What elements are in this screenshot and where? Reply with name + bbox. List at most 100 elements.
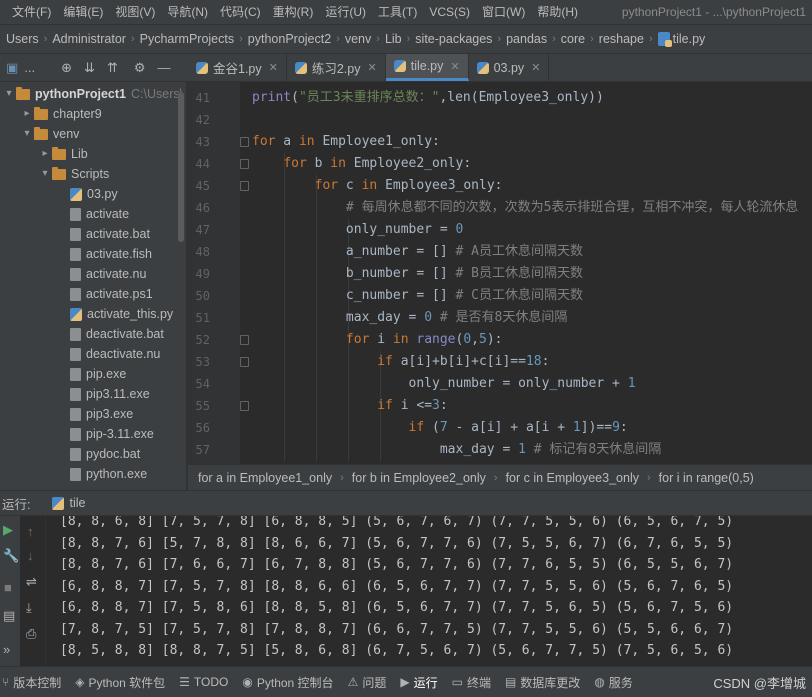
tree-item[interactable]: ▾ pythonProject1 C:\Users\: [2, 84, 183, 104]
tree-item[interactable]: ▾ venv: [20, 124, 79, 144]
close-icon[interactable]: ✕: [450, 60, 459, 73]
tree-item[interactable]: activate.nu: [70, 264, 146, 284]
tree-item[interactable]: 03.py: [70, 184, 118, 204]
breadcrumb-item[interactable]: PycharmProjects: [140, 32, 234, 46]
editor-breadcrumb-item[interactable]: for i in range(0,5): [659, 471, 754, 485]
menu-window[interactable]: 窗口(W): [476, 0, 531, 24]
line-number: 49: [195, 267, 210, 281]
chevron-down-icon[interactable]: ▾: [20, 124, 34, 144]
breadcrumb-item[interactable]: Lib: [385, 32, 402, 46]
breadcrumb-item[interactable]: pandas: [506, 32, 547, 46]
chevron-right-icon[interactable]: ▸: [20, 104, 34, 124]
editor-breadcrumb-item[interactable]: for b in Employee2_only: [352, 471, 486, 485]
tree-item[interactable]: deactivate.bat: [70, 324, 164, 344]
tree-item[interactable]: activate_this.py: [70, 304, 173, 324]
code-token: in: [298, 134, 315, 149]
tree-scrollbar[interactable]: [178, 92, 184, 242]
layout-icon[interactable]: ▤: [3, 608, 15, 624]
breadcrumb-item[interactable]: site-packages: [415, 32, 492, 46]
breadcrumb-item[interactable]: venv: [345, 32, 371, 46]
tree-item[interactable]: pip3.11.exe: [70, 384, 150, 404]
menu-navigate[interactable]: 导航(N): [161, 0, 214, 24]
tree-item[interactable]: deactivate.nu: [70, 344, 160, 364]
tree-item[interactable]: pip.exe: [70, 364, 126, 384]
fold-marker-icon[interactable]: [240, 181, 249, 191]
menu-help[interactable]: 帮助(H): [531, 0, 584, 24]
menu-vcs[interactable]: VCS(S): [423, 0, 476, 24]
tree-item[interactable]: activate.bat: [70, 224, 150, 244]
menu-edit[interactable]: 编辑(E): [57, 0, 109, 24]
tool-window-button[interactable]: ▶ 运行: [400, 674, 437, 691]
chevron-right-icon: ›: [130, 33, 135, 45]
chevron-right-icon[interactable]: ▸: [38, 144, 52, 164]
menu-code[interactable]: 代码(C): [214, 0, 267, 24]
soft-wrap-icon[interactable]: ⇌: [26, 574, 37, 590]
menu-run[interactable]: 运行(U): [319, 0, 372, 24]
wrench-icon[interactable]: 🔧: [3, 548, 19, 564]
tree-item[interactable]: activate: [70, 204, 129, 224]
editor-tab[interactable]: 练习2.py ✕: [287, 54, 386, 81]
editor-breadcrumb-item[interactable]: for a in Employee1_only: [198, 471, 332, 485]
editor-tab[interactable]: tile.py ✕: [385, 54, 469, 81]
scroll-down-icon[interactable]: ↓: [27, 548, 34, 563]
project-label[interactable]: ...: [24, 60, 35, 75]
chevron-right-icon: ›: [497, 33, 502, 45]
tree-item[interactable]: pip3.exe: [70, 404, 133, 424]
breadcrumb-item[interactable]: reshape: [599, 32, 644, 46]
pin-icon[interactable]: »: [3, 642, 10, 657]
target-icon[interactable]: ⊕: [61, 60, 72, 76]
tree-item[interactable]: python.exe: [70, 464, 147, 484]
close-icon[interactable]: ✕: [531, 61, 540, 74]
scroll-up-icon[interactable]: ↑: [27, 524, 34, 539]
menu-file[interactable]: 文件(F): [6, 0, 57, 24]
menu-bar: 文件(F) 编辑(E) 视图(V) 导航(N) 代码(C) 重构(R) 运行(U…: [0, 0, 812, 24]
tool-window-button[interactable]: ▤ 数据库更改: [505, 674, 580, 691]
close-icon[interactable]: ✕: [269, 61, 278, 74]
fold-marker-icon[interactable]: [240, 137, 249, 147]
close-icon[interactable]: ✕: [368, 61, 377, 74]
tree-item[interactable]: pydoc.bat: [70, 444, 140, 464]
fold-marker-icon[interactable]: [240, 335, 249, 345]
run-output[interactable]: [8, 8, 6, 8] [7, 5, 7, 8] [6, 8, 8, 5] (…: [46, 516, 812, 666]
tree-item[interactable]: ▸ chapter9: [20, 104, 102, 124]
breadcrumb-item[interactable]: core: [561, 32, 585, 46]
tree-item[interactable]: ▸ Lib: [38, 144, 88, 164]
breadcrumb-item[interactable]: Administrator: [52, 32, 126, 46]
run-config-tab[interactable]: tile: [69, 496, 85, 510]
chevron-down-icon[interactable]: ▾: [38, 164, 52, 184]
rerun-icon[interactable]: ▶: [3, 522, 13, 538]
editor-breadcrumb-item[interactable]: for c in Employee3_only: [506, 471, 639, 485]
tool-window-button[interactable]: ◈ Python 软件包: [75, 674, 165, 691]
editor-tab[interactable]: 03.py ✕: [469, 54, 550, 81]
stop-icon[interactable]: ■: [4, 580, 12, 595]
chevron-down-icon[interactable]: ▾: [2, 84, 16, 104]
editor-tab[interactable]: 金谷1.py ✕: [188, 54, 287, 81]
breadcrumb-item[interactable]: Users: [6, 32, 39, 46]
gear-icon[interactable]: ⚙: [134, 60, 146, 76]
tool-window-button[interactable]: ▭ 终端: [452, 674, 491, 691]
tool-window-button[interactable]: ⑂ 版本控制: [2, 674, 61, 691]
menu-refactor[interactable]: 重构(R): [267, 0, 320, 24]
tree-item[interactable]: pip-3.11.exe: [70, 424, 154, 444]
project-view-icon[interactable]: ▣: [6, 60, 18, 76]
code-editor[interactable]: print("员工3未重排序总数：",len(Employee3_only)) f…: [240, 82, 812, 464]
fold-marker-icon[interactable]: [240, 357, 249, 367]
tree-item[interactable]: activate.ps1: [70, 284, 153, 304]
fold-marker-icon[interactable]: [240, 401, 249, 411]
print-icon[interactable]: ⎙: [26, 626, 36, 642]
tool-window-button[interactable]: ☰ TODO: [179, 675, 228, 689]
expand-icon[interactable]: ⇈: [107, 60, 118, 76]
minimize-icon[interactable]: —: [158, 60, 171, 75]
collapse-icon[interactable]: ⇊: [84, 60, 95, 76]
fold-marker-icon[interactable]: [240, 159, 249, 169]
tool-window-button[interactable]: ⚠ 问题: [348, 674, 387, 691]
menu-tools[interactable]: 工具(T): [372, 0, 423, 24]
tree-item[interactable]: ▾ Scripts: [38, 164, 109, 184]
scroll-end-icon[interactable]: ⤓: [26, 600, 32, 616]
tool-window-button[interactable]: ◉ Python 控制台: [242, 674, 333, 691]
menu-view[interactable]: 视图(V): [109, 0, 161, 24]
tree-item[interactable]: activate.fish: [70, 244, 152, 264]
breadcrumb-item[interactable]: pythonProject2: [248, 32, 331, 46]
breadcrumb-item[interactable]: tile.py: [673, 32, 706, 46]
tool-window-button[interactable]: ◍ 服务: [594, 674, 633, 691]
